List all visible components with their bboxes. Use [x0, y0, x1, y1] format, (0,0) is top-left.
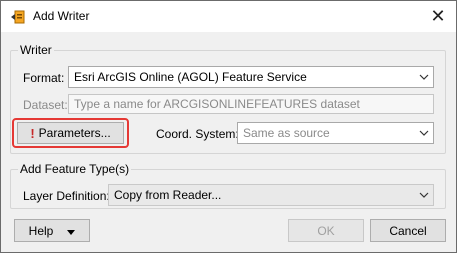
cancel-button-label: Cancel	[389, 223, 427, 238]
help-button-label: Help	[28, 223, 54, 238]
coord-system-dropdown[interactable]: Same as source	[237, 122, 434, 144]
dataset-input[interactable]	[69, 95, 433, 113]
warning-icon: !	[30, 125, 35, 141]
parameters-button[interactable]: ! Parameters...	[17, 122, 124, 144]
feature-type-group-title: Add Feature Type(s)	[18, 162, 132, 176]
coord-system-label: Coord. System:	[156, 127, 239, 141]
writer-app-icon	[11, 10, 25, 24]
format-label: Format:	[23, 71, 65, 85]
close-icon: ✕	[430, 6, 446, 26]
format-dropdown[interactable]: Esri ArcGIS Online (AGOL) Feature Servic…	[68, 66, 434, 88]
chevron-down-icon	[415, 123, 433, 143]
help-button[interactable]: Help	[14, 219, 90, 242]
title-bar: Add Writer ✕	[1, 1, 456, 32]
dataset-label: Dataset:	[23, 98, 68, 112]
ok-button[interactable]: OK	[288, 219, 364, 242]
add-writer-dialog: Add Writer ✕ Writer Format: Esri ArcGIS …	[0, 0, 457, 253]
chevron-down-icon	[415, 185, 433, 205]
ok-button-label: OK	[317, 223, 335, 238]
layer-definition-value: Copy from Reader...	[114, 188, 222, 202]
dataset-field[interactable]	[68, 94, 434, 114]
caret-down-icon	[67, 224, 76, 238]
close-button[interactable]: ✕	[420, 1, 456, 32]
format-value: Esri ArcGIS Online (AGOL) Feature Servic…	[74, 70, 307, 84]
layer-definition-label: Layer Definition:	[23, 189, 110, 203]
chevron-down-icon	[415, 67, 433, 87]
cancel-button[interactable]: Cancel	[370, 219, 446, 242]
layer-definition-dropdown[interactable]: Copy from Reader...	[108, 184, 434, 206]
writer-group-title: Writer	[18, 43, 54, 57]
coord-system-value: Same as source	[243, 126, 330, 140]
dialog-title: Add Writer	[33, 9, 90, 23]
parameters-button-label: Parameters...	[38, 126, 111, 140]
